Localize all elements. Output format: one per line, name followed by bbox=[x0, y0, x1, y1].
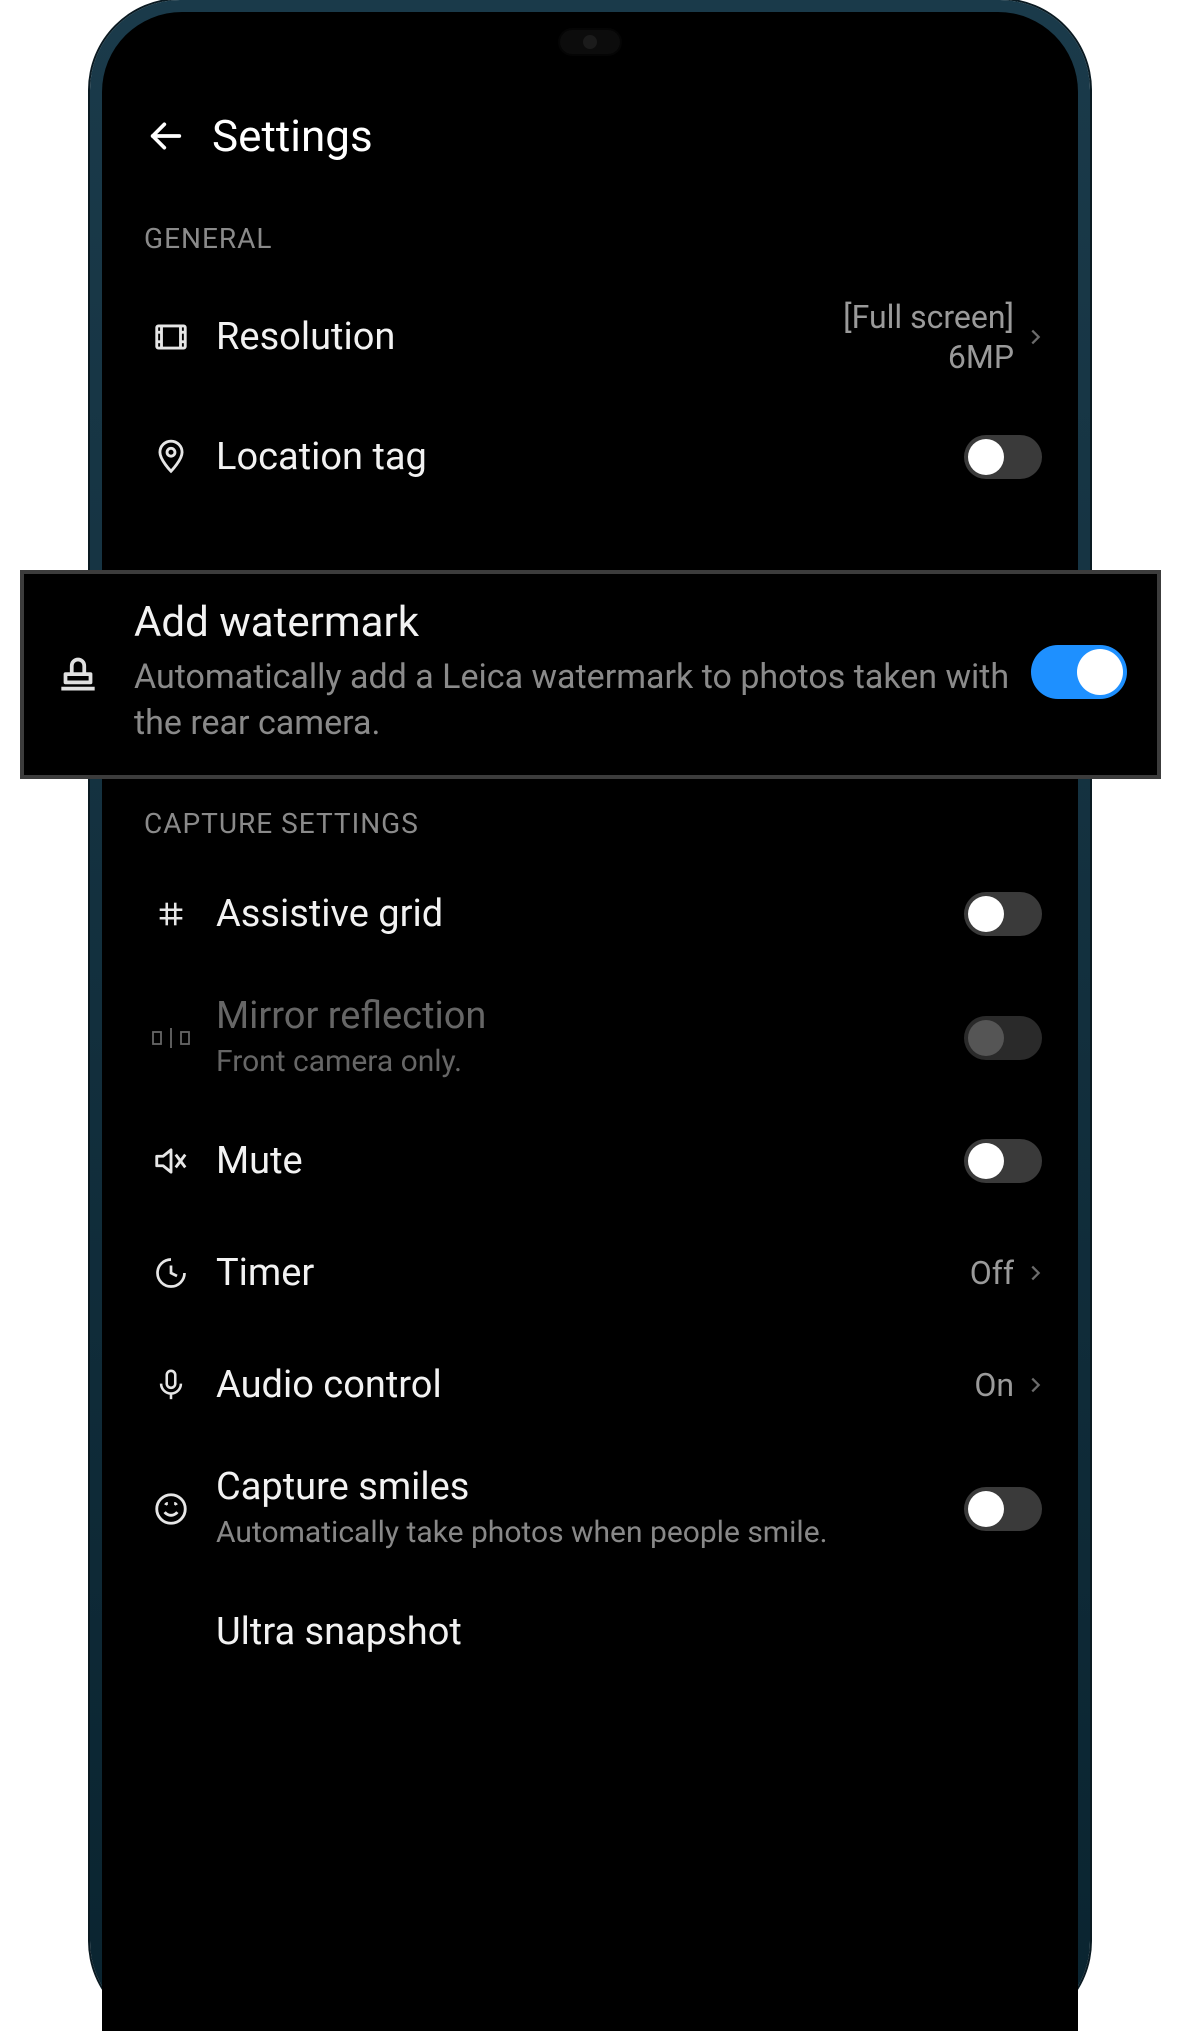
row-capture-smiles[interactable]: Capture smiles Automatically take photos… bbox=[120, 1441, 1060, 1576]
phone-frame: Settings GENERAL bbox=[90, 0, 1090, 2031]
resolution-value: [Full screen] 6MP bbox=[843, 297, 1014, 377]
row-mirror-reflection: Mirror reflection Front camera only. bbox=[120, 970, 1060, 1105]
grid-icon bbox=[144, 897, 198, 931]
mirror-reflection-toggle bbox=[964, 1016, 1042, 1060]
back-button[interactable] bbox=[144, 114, 188, 158]
row-assistive-grid[interactable]: Assistive grid bbox=[120, 858, 1060, 970]
stamp-icon bbox=[46, 647, 110, 697]
resolution-value-line2: 6MP bbox=[843, 337, 1014, 377]
mirror-reflection-sub: Front camera only. bbox=[216, 1042, 964, 1081]
callout-add-watermark[interactable]: Add watermark Automatically add a Leica … bbox=[20, 570, 1161, 779]
settings-screen: Settings GENERAL bbox=[120, 52, 1060, 2031]
add-watermark-sub: Automatically add a Leica watermark to p… bbox=[134, 655, 1031, 747]
mute-label: Mute bbox=[216, 1139, 964, 1183]
ultra-snapshot-label: Ultra snapshot bbox=[216, 1610, 1050, 1654]
chevron-right-icon bbox=[1020, 1374, 1050, 1396]
camera-notch bbox=[560, 30, 620, 54]
audio-control-label: Audio control bbox=[216, 1363, 974, 1407]
location-pin-icon bbox=[144, 438, 198, 476]
microphone-icon bbox=[144, 1366, 198, 1404]
timer-value: Off bbox=[970, 1253, 1014, 1293]
arrow-left-icon bbox=[146, 116, 186, 156]
audio-control-value: On bbox=[974, 1365, 1014, 1405]
film-icon bbox=[144, 318, 198, 356]
assistive-grid-label: Assistive grid bbox=[216, 892, 964, 936]
location-tag-label: Location tag bbox=[216, 435, 964, 479]
timer-icon bbox=[144, 1255, 198, 1291]
capture-smiles-label: Capture smiles bbox=[216, 1465, 964, 1509]
assistive-grid-toggle[interactable] bbox=[964, 892, 1042, 936]
location-tag-toggle[interactable] bbox=[964, 435, 1042, 479]
mute-toggle[interactable] bbox=[964, 1139, 1042, 1183]
resolution-value-line1: [Full screen] bbox=[843, 297, 1014, 337]
capture-smiles-sub: Automatically take photos when people sm… bbox=[216, 1513, 964, 1552]
smile-icon bbox=[144, 1490, 198, 1528]
add-watermark-label: Add watermark bbox=[134, 598, 1031, 647]
row-ultra-snapshot[interactable]: Ultra snapshot bbox=[120, 1576, 1060, 1688]
add-watermark-toggle[interactable] bbox=[1031, 645, 1127, 699]
chevron-right-icon bbox=[1020, 326, 1050, 348]
row-audio-control[interactable]: Audio control On bbox=[120, 1329, 1060, 1441]
mute-icon bbox=[144, 1142, 198, 1180]
capture-smiles-toggle[interactable] bbox=[964, 1487, 1042, 1531]
timer-label: Timer bbox=[216, 1251, 970, 1295]
section-label-capture: CAPTURE SETTINGS bbox=[120, 783, 1060, 858]
resolution-label: Resolution bbox=[216, 315, 843, 359]
header: Settings bbox=[120, 52, 1060, 198]
mirror-reflection-label: Mirror reflection bbox=[216, 994, 964, 1038]
row-timer[interactable]: Timer Off bbox=[120, 1217, 1060, 1329]
mirror-icon bbox=[144, 1024, 198, 1052]
row-resolution[interactable]: Resolution [Full screen] 6MP bbox=[120, 273, 1060, 401]
section-label-general: GENERAL bbox=[120, 198, 1060, 273]
row-location-tag[interactable]: Location tag bbox=[120, 401, 1060, 513]
chevron-right-icon bbox=[1020, 1262, 1050, 1284]
page-title: Settings bbox=[212, 110, 373, 162]
row-mute[interactable]: Mute bbox=[120, 1105, 1060, 1217]
